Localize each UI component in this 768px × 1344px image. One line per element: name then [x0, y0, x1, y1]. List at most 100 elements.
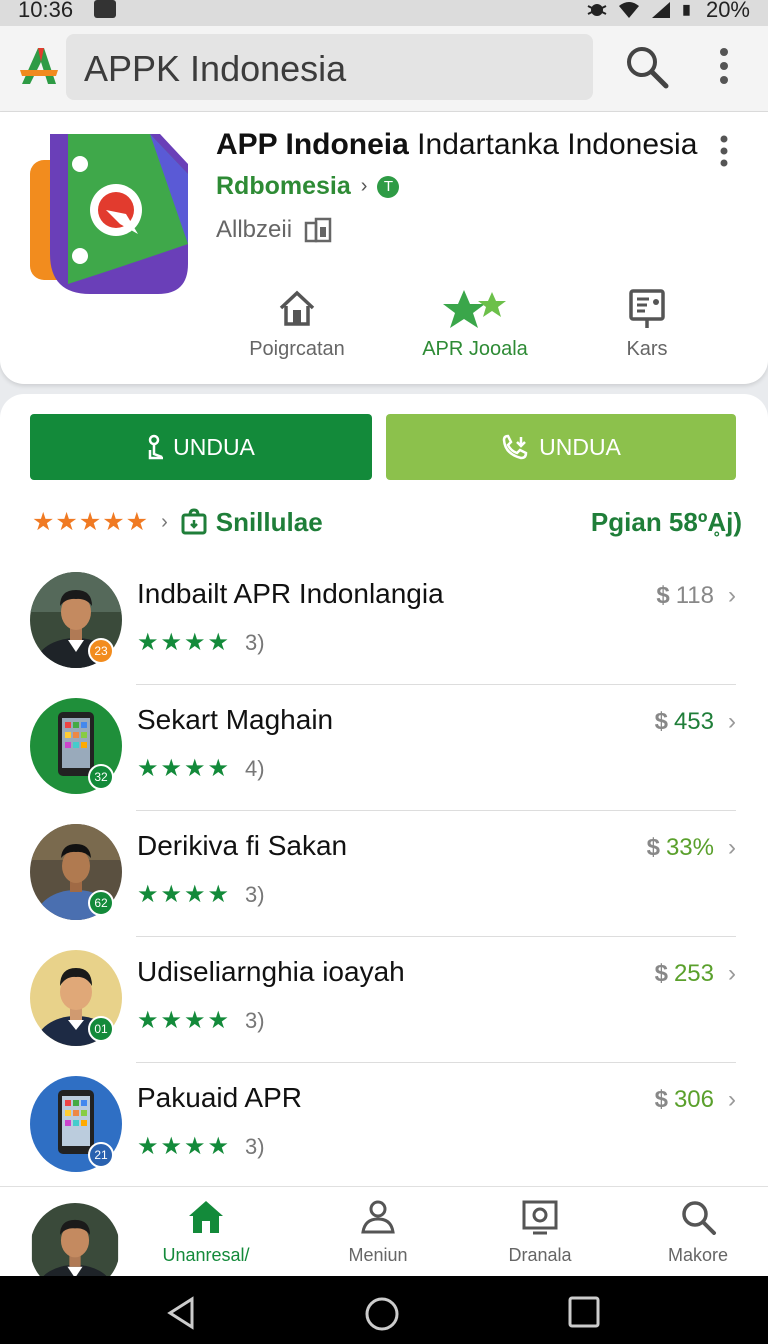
chevron-right-icon: ›	[728, 960, 736, 987]
rank-badge: 23	[88, 638, 114, 664]
app-more-icon[interactable]	[714, 134, 734, 168]
item-name: Sekart Maghain	[137, 704, 334, 735]
chevron-right-icon: ›	[728, 834, 736, 861]
recents-icon[interactable]	[568, 1296, 600, 1328]
item-stars: ★★★★	[137, 881, 232, 908]
item-price: $453	[654, 708, 714, 735]
nav-home[interactable]: Unanresal/	[146, 1199, 266, 1266]
home-button-icon[interactable]	[364, 1296, 400, 1332]
phone-download-icon	[502, 434, 528, 460]
chevron-right-icon: ›	[728, 582, 736, 609]
age-rating: Allbzeii	[216, 216, 293, 243]
rank-badge: 21	[88, 1142, 114, 1168]
stat-rating[interactable]: APR Jooala	[400, 288, 550, 361]
list-item[interactable]: 32 Sekart Maghain ★★★★ 4) $453 ›	[30, 698, 736, 824]
search-query: APPK Indonesia	[84, 48, 347, 89]
item-stars: ★★★★	[137, 1007, 232, 1034]
app-icon[interactable]	[30, 134, 190, 296]
item-name: Derikiva fi Sakan	[137, 830, 348, 861]
home-outline-icon	[279, 290, 315, 326]
app-title: APP Indoneia Indartanka Indonesia	[216, 128, 698, 161]
nav-search[interactable]: Makore	[638, 1199, 758, 1266]
main-content: UNDUA UNDUA ★★★★★ › Snillulae Pgian 58ºḀ…	[0, 394, 768, 1194]
app-header-card: APP Indoneia Indartanka Indonesia Rdbome…	[0, 112, 768, 384]
item-name: Pakuaid APR	[137, 1082, 302, 1113]
person-icon	[361, 1200, 395, 1234]
list-item[interactable]: 21 Pakuaid APR ★★★★ 3) $306 ›	[30, 1076, 736, 1202]
rating-category-label[interactable]: Snillulae	[216, 507, 323, 538]
age-rating-row: Allbzeii	[216, 216, 334, 244]
rank-badge: 62	[88, 890, 114, 916]
stat-label: APR Jooala	[422, 338, 528, 360]
battery-icon	[683, 4, 690, 16]
chevron-right-icon: ›	[360, 175, 368, 197]
item-price: $33%	[646, 834, 714, 861]
list-item[interactable]: 62 Derikiva fi Sakan ★★★★ 3) $33% ›	[30, 824, 736, 950]
verified-badge-icon: T	[377, 175, 400, 198]
install-icon	[148, 434, 164, 460]
status-icons: 20%	[586, 0, 750, 23]
search-icon	[682, 1201, 716, 1235]
stat-downloads[interactable]: Poigrcatan	[222, 288, 372, 361]
developer-name: Rdbomesia	[216, 172, 351, 200]
divider	[136, 810, 736, 811]
document-icon	[629, 289, 665, 328]
stat-size[interactable]: Kars	[572, 288, 722, 361]
media-icon	[522, 1200, 558, 1235]
item-price: $306	[654, 1086, 714, 1113]
stat-label: Kars	[626, 338, 668, 360]
store-logo-icon[interactable]	[18, 44, 60, 88]
list-item[interactable]: 23 Indbailt APR Indonlangia ★★★★ 3) $118…	[30, 572, 736, 698]
content-rating-icon	[304, 217, 332, 243]
stars-icon	[443, 290, 506, 328]
rating-stars: ★★★★★	[32, 508, 150, 536]
item-rating-count: 3)	[245, 1008, 265, 1033]
item-stars: ★★★★	[137, 755, 232, 782]
rank-badge: 01	[88, 1016, 114, 1042]
item-price: $253	[654, 960, 714, 987]
install-button[interactable]: UNDUA	[30, 414, 372, 480]
rating-summary: ★★★★★ › Snillulae Pgian 58ºḀj)	[32, 502, 742, 542]
wifi-icon	[618, 2, 639, 18]
search-input[interactable]: APPK Indonesia	[66, 34, 593, 100]
secondary-install-button[interactable]: UNDUA	[386, 414, 736, 480]
signal-icon	[651, 2, 670, 18]
status-bar: 10:36 20%	[0, 0, 768, 26]
item-rating-count: 3)	[245, 882, 265, 907]
item-rating-count: 4)	[245, 756, 265, 781]
chevron-right-icon[interactable]: ›	[161, 511, 168, 534]
system-navigation-bar	[0, 1276, 768, 1344]
rating-count: Pgian 58ºḀj)	[590, 506, 742, 537]
item-stars: ★★★★	[137, 629, 232, 656]
home-icon	[189, 1201, 223, 1233]
nav-label: Meniun	[348, 1245, 408, 1265]
divider	[136, 1062, 736, 1063]
item-stars: ★★★★	[137, 1133, 232, 1160]
secondary-button-label: UNDUA	[539, 433, 621, 460]
developer-link[interactable]: Rdbomesia › T	[216, 172, 400, 201]
search-icon[interactable]	[622, 42, 670, 90]
chevron-right-icon: ›	[728, 1086, 736, 1113]
nav-media[interactable]: Dranala	[480, 1199, 600, 1266]
list-item[interactable]: 01 Udiseliarnghia ioayah ★★★★ 3) $253 ›	[30, 950, 736, 1076]
item-rating-count: 3)	[245, 1134, 265, 1159]
status-time: 10:36	[18, 0, 74, 22]
item-name: Udiseliarnghia ioayah	[137, 956, 405, 987]
nav-label: Makore	[667, 1245, 729, 1265]
notification-icon	[94, 0, 116, 18]
chevron-right-icon: ›	[728, 708, 736, 735]
overflow-menu-icon[interactable]	[712, 46, 736, 86]
nav-label: Dranala	[508, 1245, 572, 1265]
item-price: $118	[656, 582, 714, 609]
bug-icon	[587, 4, 607, 16]
back-icon[interactable]	[166, 1296, 196, 1330]
item-name: Indbailt APR Indonlangia	[137, 578, 444, 609]
nav-label: Unanresal/	[162, 1245, 250, 1265]
install-button-label: UNDUA	[173, 433, 255, 460]
item-rating-count: 3)	[245, 630, 265, 655]
divider	[136, 684, 736, 685]
nav-profile[interactable]: Meniun	[318, 1199, 438, 1266]
bag-icon	[181, 508, 207, 535]
divider	[136, 936, 736, 937]
battery-level: 20%	[705, 0, 750, 22]
